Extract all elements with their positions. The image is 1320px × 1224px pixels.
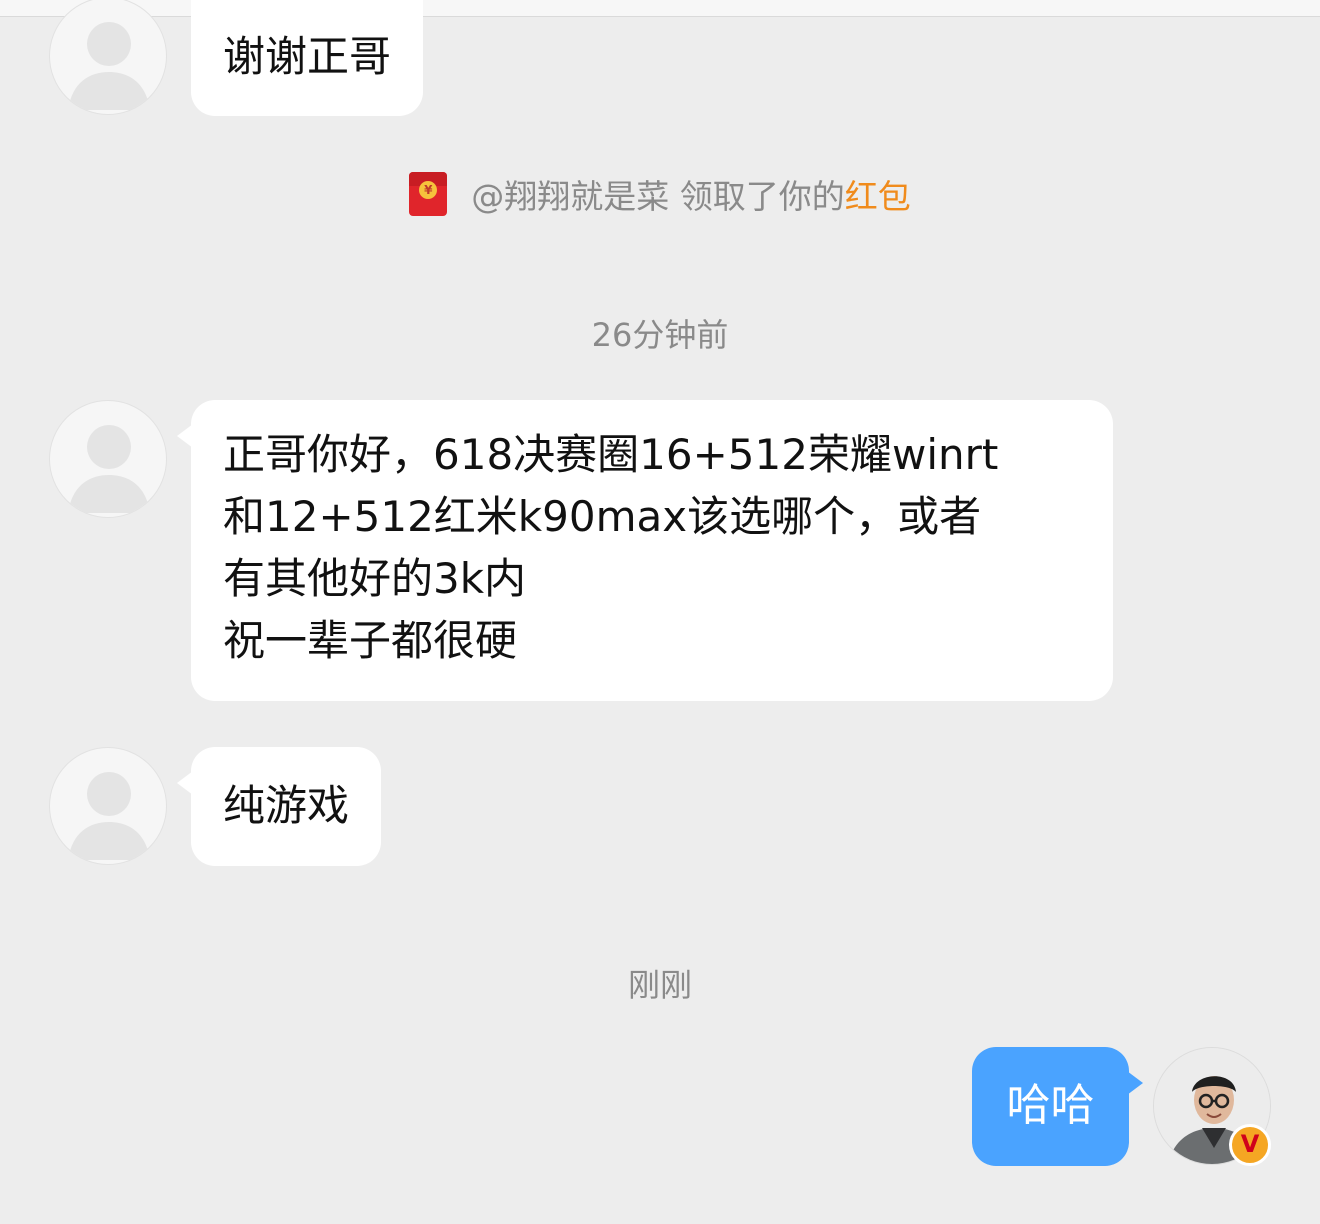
redpacket-notice: ¥ @翔翔就是菜 领取了你的红包 bbox=[0, 166, 1320, 222]
message-bubble[interactable]: 纯游戏 bbox=[177, 747, 382, 866]
verified-badge-icon: V bbox=[1229, 1124, 1271, 1166]
timestamp: 26分钟前 bbox=[591, 316, 729, 354]
red-envelope-icon: ¥ bbox=[409, 172, 448, 216]
message-text-line: 和12+512红米k90max该选哪个，或者 bbox=[223, 492, 982, 541]
default-user-icon bbox=[68, 772, 150, 860]
default-user-icon bbox=[68, 22, 150, 110]
contact-avatar[interactable] bbox=[49, 0, 167, 115]
my-message-bubble[interactable]: 哈哈 bbox=[972, 1047, 1143, 1166]
message-bubble[interactable]: 谢谢正哥 bbox=[191, 0, 424, 116]
message-text-line: 有其他好的3k内 bbox=[223, 554, 527, 603]
message-text: 哈哈 bbox=[1006, 1080, 1095, 1131]
timestamp: 刚刚 bbox=[627, 966, 692, 1004]
contact-avatar[interactable] bbox=[49, 747, 167, 865]
message-text-line: 祝一辈子都很硬 bbox=[223, 616, 518, 665]
redpacket-text: @翔翔就是菜 领取了你的 bbox=[471, 177, 845, 216]
default-user-icon bbox=[68, 425, 150, 513]
contact-avatar[interactable] bbox=[49, 400, 167, 518]
message-text: 纯游戏 bbox=[223, 781, 350, 830]
message-bubble[interactable]: 正哥你好，618决赛圈16+512荣耀winrt 和12+512红米k90max… bbox=[177, 400, 1113, 701]
message-text-line: 正哥你好，618决赛圈16+512荣耀winrt bbox=[223, 430, 999, 479]
redpacket-link[interactable]: 红包 bbox=[845, 177, 911, 216]
message-text: 谢谢正哥 bbox=[223, 32, 392, 81]
